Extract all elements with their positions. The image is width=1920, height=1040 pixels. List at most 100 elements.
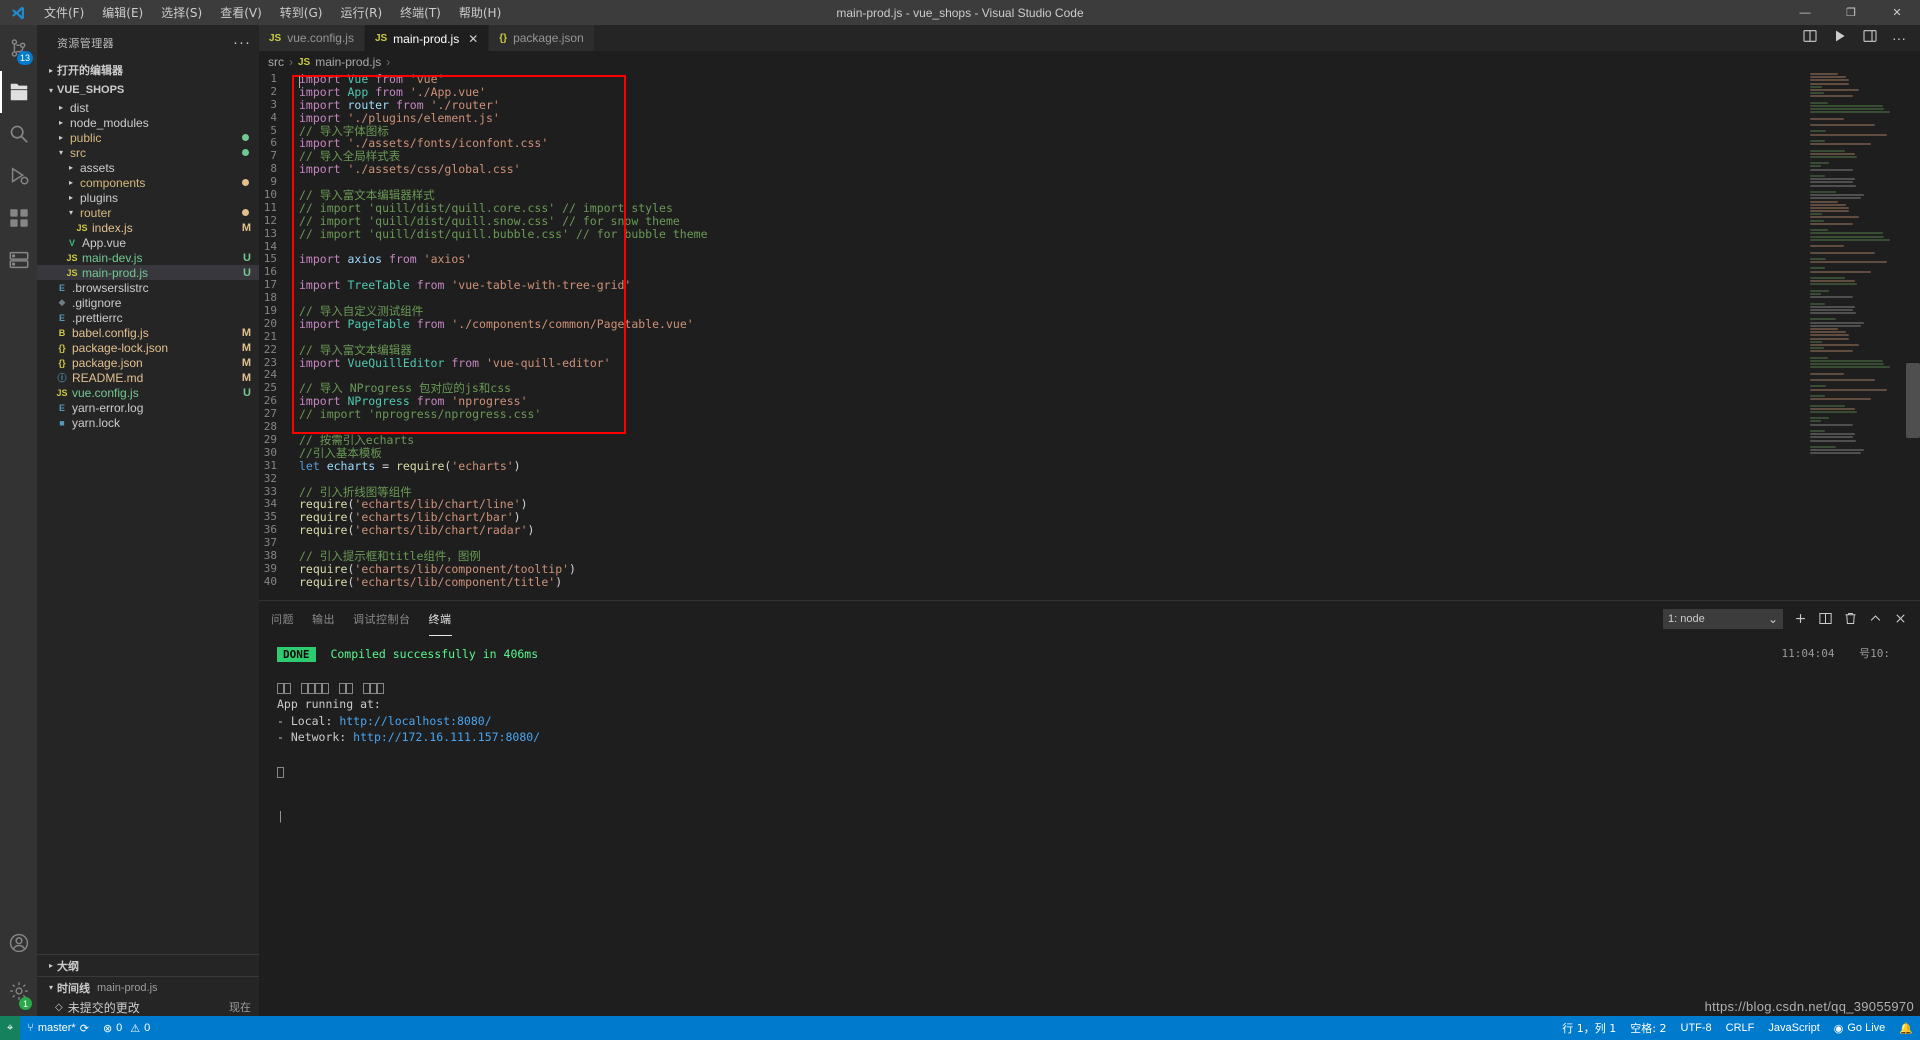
terminal-selector-dropdown[interactable]: 1: node ⌄ [1663, 608, 1783, 629]
extensions-icon[interactable] [0, 197, 37, 239]
open-preview-icon[interactable] [1862, 28, 1878, 49]
tree-item--browserslistrc[interactable]: E .browserslistrc [37, 280, 259, 295]
breadcrumb-folder[interactable]: src [268, 55, 284, 69]
close-button[interactable]: ✕ [1874, 0, 1920, 25]
tree-item-plugins[interactable]: ▸ plugins [37, 190, 259, 205]
tree-item-dist[interactable]: ▸ dist [37, 100, 259, 115]
status-eol[interactable]: CRLF [1719, 1016, 1762, 1040]
menu-selection[interactable]: 选择(S) [152, 1, 211, 24]
more-actions-icon[interactable]: ··· [1892, 30, 1906, 46]
panel-tab-terminal[interactable]: 终端 [429, 601, 452, 636]
timeline-entry[interactable]: ◇ 未提交的更改 现在 [37, 998, 259, 1016]
menu-go[interactable]: 转到(G) [271, 1, 332, 24]
tree-item-main-prod-js[interactable]: JS main-prod.js U [37, 265, 259, 280]
status-branch[interactable]: ⑂ master* ⟳ [20, 1016, 96, 1040]
code-content[interactable]: 1 import Vue from 'vue' 2 import App from '… [259, 73, 1920, 589]
split-terminal-icon[interactable] [1818, 611, 1833, 626]
tab-package-json[interactable]: {} package.json [489, 25, 595, 51]
tree-item-readme-md[interactable]: ⓘ README.md M [37, 370, 259, 385]
tree-item-index-js[interactable]: JS index.js M [37, 220, 259, 235]
tree-item-babel-config-js[interactable]: Bbabel.config.js M [37, 325, 259, 340]
status-indentation[interactable]: 空格: 2 [1623, 1016, 1673, 1040]
local-url[interactable]: http://localhost:8080/ [339, 714, 491, 728]
network-url[interactable]: http://172.16.111.157:8080/ [353, 730, 540, 744]
panel-tab-output[interactable]: 输出 [312, 601, 335, 636]
remote-explorer-icon[interactable] [0, 239, 37, 281]
menu-terminal[interactable]: 终端(T) [391, 1, 450, 24]
account-icon[interactable] [0, 920, 37, 966]
maximize-button[interactable]: ❐ [1828, 0, 1874, 25]
tree-item--prettierrc[interactable]: E .prettierrc [37, 310, 259, 325]
tree-item-package-json[interactable]: {} package.json M [37, 355, 259, 370]
panel-tab-debug-console[interactable]: 调试控制台 [353, 601, 411, 636]
search-icon[interactable] [0, 113, 37, 155]
maximize-panel-icon[interactable] [1868, 611, 1883, 626]
tab-close-icon[interactable]: ✕ [468, 32, 478, 46]
tree-item-yarn-lock[interactable]: ■ yarn.lock [37, 415, 259, 430]
tree-item-main-dev-js[interactable]: JS main-dev.js U [37, 250, 259, 265]
status-encoding[interactable]: UTF-8 [1674, 1016, 1719, 1040]
panel-tab-bar[interactable]: 问题 输出 调试控制台 终端 1: node ⌄ [259, 601, 1920, 636]
window-controls[interactable]: — ❐ ✕ [1782, 0, 1920, 25]
section-project-root[interactable]: ▾ VUE_SHOPS [37, 80, 259, 100]
minimize-button[interactable]: — [1782, 0, 1828, 25]
split-editor-icon[interactable] [1802, 28, 1818, 49]
tree-item-src[interactable]: ▾ src [37, 145, 259, 160]
tree-item-assets[interactable]: ▸ assets [37, 160, 259, 175]
timestamp-value: 11:04:04 [1781, 647, 1835, 660]
menu-file[interactable]: 文件(F) [35, 1, 93, 24]
tab-bar[interactable]: JS vue.config.js JS main-prod.js ✕ {} pa… [259, 25, 1920, 51]
close-panel-icon[interactable] [1893, 611, 1908, 626]
status-line-col[interactable]: 行 1，列 1 [1555, 1016, 1623, 1040]
menu-run[interactable]: 运行(R) [331, 1, 391, 24]
editor-actions[interactable]: ··· [1802, 25, 1920, 51]
tree-item-app-vue[interactable]: V App.vue [37, 235, 259, 250]
status-go-live[interactable]: ◉ Go Live [1827, 1016, 1893, 1040]
terminal-output[interactable]: DONE Compiled successfully in 406ms 11:0… [259, 636, 1920, 825]
status-bar[interactable]: ⌖ ⑂ master* ⟳ ⊗ 0 ⚠ 0 行 1，列 1 空格: 2 UTF-… [0, 1016, 1920, 1040]
terminal-prompt[interactable] [277, 764, 1920, 781]
run-code-icon[interactable] [1832, 28, 1848, 49]
kill-terminal-icon[interactable] [1843, 611, 1858, 626]
tree-item-yarn-error-log[interactable]: Eyarn-error.log [37, 400, 259, 415]
sidebar-more-actions-button[interactable]: ··· [233, 34, 251, 51]
file-tree[interactable]: ▸ dist ▸ node_modules ▸ public ▾ src ▸ assets ▸ com… [37, 100, 259, 430]
tree-item-public[interactable]: ▸ public [37, 130, 259, 145]
tree-item-components[interactable]: ▸ components [37, 175, 259, 190]
editor-scrollbar[interactable] [1906, 363, 1920, 438]
tab-main-prod-js[interactable]: JS main-prod.js ✕ [364, 25, 490, 51]
new-terminal-icon[interactable] [1793, 611, 1808, 626]
section-open-editors[interactable]: ▸ 打开的编辑器 [37, 60, 259, 80]
panel-actions[interactable]: 1: node ⌄ [1663, 601, 1908, 636]
menu-view[interactable]: 查看(V) [211, 1, 271, 24]
breadcrumb-file[interactable]: main-prod.js [315, 55, 381, 69]
status-bar-right[interactable]: 行 1，列 1 空格: 2 UTF-8 CRLF JavaScript ◉ Go… [1555, 1016, 1920, 1040]
breadcrumb[interactable]: src › JS main-prod.js › [259, 51, 1920, 73]
run-debug-icon[interactable] [0, 155, 37, 197]
tree-item-label: plugins [80, 190, 119, 205]
explorer-icon[interactable] [0, 71, 37, 113]
remote-window-button[interactable]: ⌖ [0, 1016, 21, 1040]
status-problems[interactable]: ⊗ 0 ⚠ 0 [96, 1016, 157, 1040]
section-outline[interactable]: ▸ 大纲 [37, 954, 259, 976]
tree-item-router[interactable]: ▾ router [37, 205, 259, 220]
menu-help[interactable]: 帮助(H) [450, 1, 510, 24]
status-notifications[interactable]: 🔔 [1892, 1016, 1920, 1040]
tree-item--gitignore[interactable]: ◆ .gitignore [37, 295, 259, 310]
tree-item-vue-config-js[interactable]: JS vue.config.js U [37, 385, 259, 400]
menu-bar[interactable]: 文件(F) 编辑(E) 选择(S) 查看(V) 转到(G) 运行(R) 终端(T… [35, 1, 510, 24]
source-control-icon[interactable]: 13 [0, 25, 37, 71]
section-timeline[interactable]: ▾ 时间线 main-prod.js [37, 976, 259, 998]
code-editor[interactable]: 1 import Vue from 'vue' 2 import App from '… [259, 73, 1920, 598]
menu-edit[interactable]: 编辑(E) [93, 1, 152, 24]
activity-bar[interactable]: 13 1 [0, 25, 37, 1016]
tree-item-package-lock-json[interactable]: {} package-lock.json M [37, 340, 259, 355]
panel-tab-problems[interactable]: 问题 [271, 601, 294, 636]
minimap[interactable] [1810, 73, 1906, 598]
status-language[interactable]: JavaScript [1761, 1016, 1826, 1040]
line-number: 19 [263, 304, 277, 318]
tab-vue-config-js[interactable]: JS vue.config.js [259, 25, 365, 51]
tree-item-node-modules[interactable]: ▸ node_modules [37, 115, 259, 130]
gear-icon[interactable]: 1 [0, 966, 37, 1016]
